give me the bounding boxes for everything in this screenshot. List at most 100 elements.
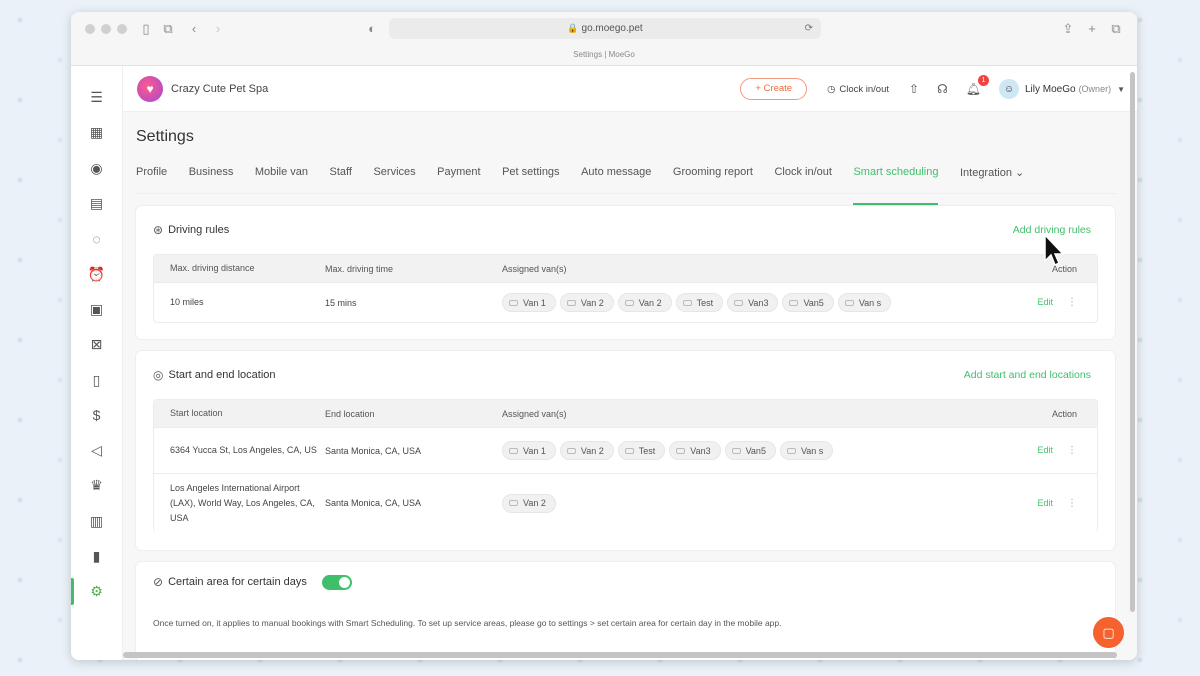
badge-icon[interactable]: ⊠ — [71, 327, 122, 362]
main-content: ♥ Crazy Cute Pet Spa + Create ◷ Clock in… — [123, 66, 1137, 660]
business-avatar[interactable]: ♥ — [137, 75, 163, 102]
tab-business[interactable]: Business — [189, 166, 234, 193]
reload-icon[interactable]: ⟳ — [805, 18, 813, 39]
clipboard-icon[interactable]: ▤ — [71, 186, 122, 221]
van-icon — [624, 447, 634, 454]
document-icon[interactable]: ▯ — [71, 362, 122, 397]
chat-icon: ▢ — [1102, 624, 1115, 640]
van-chip: Van 1 — [502, 293, 556, 312]
van-icon — [682, 299, 692, 306]
map-icon: ⊘ — [153, 575, 164, 589]
van-chip: Van 2 — [559, 441, 614, 460]
headset-icon[interactable]: ☊ — [937, 82, 948, 96]
sidebar-toggle-icon[interactable]: ▯ — [137, 20, 155, 38]
table-header: Max. driving distance Max. driving time … — [154, 255, 1097, 282]
table-row: 10 miles 15 mins Van 1 Van 2 Van 2 Test … — [154, 282, 1097, 322]
van-chip: Van 1 — [502, 441, 556, 460]
driving-rules-card: ⊛ Driving rules Add driving rules Max. d… — [136, 206, 1115, 339]
shield-icon[interactable]: ◐ — [363, 20, 381, 38]
dollar-icon[interactable]: $ — [71, 398, 122, 433]
tabs-icon[interactable]: ⧉ — [1107, 20, 1125, 38]
app: ☰ ▦ ◉ ▤ ◌ ⏰ ▣ ⊠ ▯ $ ◁ ♛ ▥ ▮ ⚙ ♥ Crazy Cu… — [71, 66, 1137, 660]
tab-pet-settings[interactable]: Pet settings — [502, 166, 559, 193]
business-name[interactable]: Crazy Cute Pet Spa — [171, 83, 268, 95]
tab-grooming-report[interactable]: Grooming report — [673, 166, 753, 193]
table-row: 6364 Yucca St, Los Angeles, CA, US Santa… — [154, 427, 1097, 473]
upload-icon[interactable]: ⇧ — [909, 82, 919, 96]
schedule-icon[interactable]: ▣ — [71, 292, 122, 327]
user-name[interactable]: Lily MoeGo — [1025, 84, 1076, 95]
driving-rules-title: Driving rules — [168, 224, 230, 236]
minimize-window-button[interactable] — [101, 24, 111, 34]
calendar-icon[interactable]: ▦ — [71, 115, 122, 150]
clock-in-out-label: Clock in/out — [839, 83, 890, 95]
tab-auto-message[interactable]: Auto message — [581, 166, 651, 193]
tab-integration[interactable]: Integration ⌄ — [960, 166, 1024, 193]
column-header: Max. driving time — [325, 263, 394, 274]
tab-overview-icon[interactable]: ⧉ — [159, 20, 177, 38]
distance-cell: 10 miles — [170, 297, 204, 307]
van-icon — [566, 299, 576, 306]
new-tab-icon[interactable]: + — [1083, 20, 1101, 38]
van-chip: Van3 — [669, 441, 721, 460]
mouse-cursor-icon — [1044, 233, 1065, 267]
van-icon — [786, 447, 796, 454]
vertical-scrollbar[interactable] — [1130, 72, 1135, 612]
vans-cell: Van 1 Van 2 Test Van3 Van5 Van s — [502, 441, 1027, 460]
message-icon[interactable]: ◌ — [71, 221, 122, 256]
bell-icon[interactable]: 🔔︎ 1 — [966, 75, 989, 96]
tab-staff[interactable]: Staff — [330, 166, 352, 193]
user-avatar[interactable]: ☺ — [998, 79, 1019, 99]
edit-button[interactable]: Edit — [1037, 445, 1053, 455]
chevron-down-icon[interactable]: ▼ — [1117, 85, 1125, 94]
end-location-cell: Santa Monica, CA, USA — [325, 498, 422, 508]
browser-chrome: ▯ ⧉ ‹ › ◐ 🔒 go.moego.pet ⟳ ⇪ + ⧉ Settings… — [71, 12, 1137, 66]
time-cell: 15 mins — [325, 297, 357, 308]
more-icon[interactable]: ⋮ — [1067, 445, 1077, 456]
tab-services[interactable]: Services — [373, 166, 415, 193]
van-icon — [731, 447, 741, 454]
address-bar[interactable]: 🔒 go.moego.pet ⟳ — [389, 18, 821, 39]
clock-in-out-button[interactable]: ◷ Clock in/out — [827, 84, 889, 95]
tab-payment[interactable]: Payment — [437, 166, 480, 193]
tab-smart-scheduling[interactable]: Smart scheduling — [853, 166, 939, 205]
top-bar-actions: + Create ◷ Clock in/out ⇧ ☊ 🔔︎ 1 ☺ Lily M… — [740, 66, 1125, 112]
top-bar: ♥ Crazy Cute Pet Spa + Create ◷ Clock in… — [123, 66, 1137, 112]
create-button[interactable]: + Create — [740, 78, 808, 100]
tab-profile[interactable]: Profile — [136, 166, 167, 193]
zoom-window-button[interactable] — [117, 24, 127, 34]
back-icon[interactable]: ‹ — [185, 20, 203, 38]
crown-icon[interactable]: ♛ — [71, 468, 122, 503]
alarm-icon[interactable]: ⏰ — [71, 256, 122, 291]
add-start-end-locations-link[interactable]: Add start and end locations — [964, 369, 1091, 381]
van-chip: Test — [675, 293, 724, 312]
edit-button[interactable]: Edit — [1037, 297, 1053, 307]
pet-icon[interactable]: ◉ — [71, 151, 122, 186]
tab-mobile-van[interactable]: Mobile van — [255, 166, 308, 193]
share-icon[interactable]: ⇪ — [1059, 20, 1077, 38]
action-cell: Edit ⋮ — [1027, 445, 1097, 456]
megaphone-icon[interactable]: ◁ — [71, 433, 122, 468]
lock-icon: 🔒 — [567, 23, 579, 33]
store-icon[interactable]: ▥ — [71, 504, 122, 539]
van-icon — [734, 299, 744, 306]
more-icon[interactable]: ⋮ — [1067, 498, 1077, 509]
browser-tab-title[interactable]: Settings | MoeGo — [71, 50, 1137, 59]
close-window-button[interactable] — [85, 24, 95, 34]
forward-icon[interactable]: › — [209, 20, 227, 38]
more-icon[interactable]: ⋮ — [1067, 297, 1077, 308]
horizontal-scrollbar[interactable] — [123, 652, 1117, 658]
bar-chart-icon[interactable]: ▮ — [71, 539, 122, 574]
van-icon — [676, 447, 686, 454]
settings-icon[interactable]: ⚙ — [71, 574, 122, 609]
settings-tabs: Profile Business Mobile van Staff Servic… — [136, 166, 1117, 205]
edit-button[interactable]: Edit — [1037, 498, 1053, 508]
table-row: Los Angeles International Airport (LAX),… — [154, 473, 1097, 532]
notification-badge: 1 — [977, 75, 989, 86]
menu-icon[interactable]: ☰ — [71, 80, 122, 115]
certain-area-toggle[interactable] — [321, 574, 352, 590]
chat-support-button[interactable]: ▢ — [1093, 617, 1124, 648]
tab-clock-in-out[interactable]: Clock in/out — [774, 166, 831, 193]
column-header: Assigned van(s) — [502, 408, 567, 419]
location-header: ◎ Start and end location Add start and e… — [136, 351, 1115, 399]
